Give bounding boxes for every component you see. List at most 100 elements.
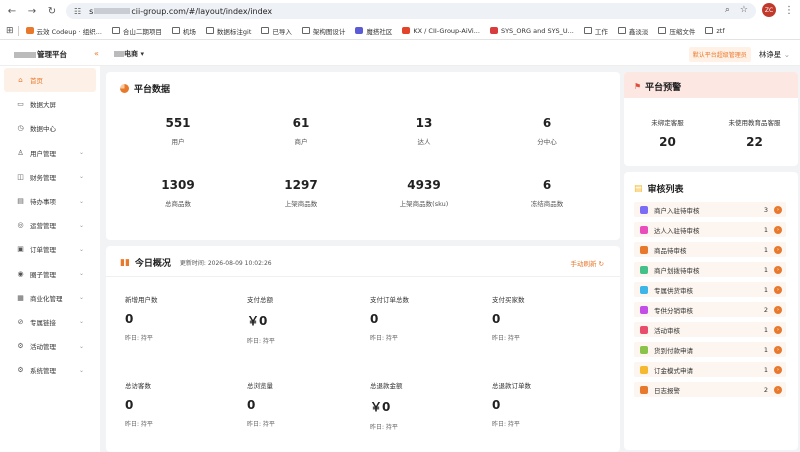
sidebar-item[interactable]: ⚙ 活动管理 ⌄ <box>0 334 100 358</box>
sidebar-item-label: 订单管理 <box>30 246 56 255</box>
warning-stat[interactable]: 未使用教育品客服 22 <box>711 117 798 149</box>
sidebar-item[interactable]: ▦ 商业化管理 ⌄ <box>0 286 100 310</box>
arrow-right-icon[interactable]: › <box>774 265 782 274</box>
zoom-icon[interactable]: ⌕ <box>725 5 730 15</box>
sidebar-item[interactable]: ▣ 订单管理 ⌄ <box>0 237 100 261</box>
shop-selector[interactable]: 电商 ▾ <box>114 49 144 59</box>
warning-stat[interactable]: 未绑定客服 20 <box>624 117 711 149</box>
stat-compare: 昨日: 持平 <box>492 421 520 428</box>
audit-item[interactable]: 达人入驻待审核 1 › <box>634 222 786 237</box>
arrow-right-icon[interactable]: › <box>774 285 782 294</box>
audit-count: 2 <box>763 385 768 394</box>
bookmark-item[interactable]: 合山二期项目 <box>109 26 165 36</box>
bookmark-label: SYS_ORG and SYS_U... <box>500 26 574 35</box>
forward-icon[interactable]: → <box>24 3 40 19</box>
bookmark-item[interactable]: 鑫淡淡 <box>615 26 652 36</box>
user-menu[interactable]: 林诤星 ⌄ <box>759 49 790 60</box>
sidebar-item-label: 商业化管理 <box>30 294 63 303</box>
stat-compare: 昨日: 持平 <box>125 335 153 342</box>
chevron-down-icon: ⌄ <box>78 197 84 205</box>
sidebar-item[interactable]: ▤ 待办事项 ⌄ <box>0 189 100 213</box>
warning-value: 22 <box>746 135 763 149</box>
audit-item[interactable]: 日志报警 2 › <box>634 382 786 397</box>
stat-value: 13 <box>415 116 433 130</box>
audit-item[interactable]: 货到付款申请 1 › <box>634 342 786 357</box>
stat-value: 0 <box>370 312 379 326</box>
folder-icon <box>705 27 714 34</box>
more-menu-icon[interactable]: ⋮ <box>784 5 794 16</box>
sidebar-item[interactable]: ◎ 运营管理 ⌄ <box>0 213 100 237</box>
sidebar-item[interactable]: ▭ 数据大屏 <box>0 92 100 116</box>
bookmark-label: 已导入 <box>272 27 292 36</box>
brand-title: 管理平台 <box>14 49 67 60</box>
sidebar-item-label: 用户管理 <box>30 149 56 158</box>
bookmark-item[interactable]: 机场 <box>169 26 199 36</box>
sidebar-item[interactable]: ⚙ 系统管理 ⌄ <box>0 358 100 382</box>
audit-count: 1 <box>763 325 768 334</box>
sidebar-item-label: 首页 <box>30 77 43 86</box>
sidebar-item[interactable]: ◉ 圈子管理 ⌄ <box>0 262 100 286</box>
stat-compare: 昨日: 持平 <box>492 335 520 342</box>
audit-item[interactable]: 专属供货审核 1 › <box>634 282 786 297</box>
bookmark-item[interactable]: 云效 Codeup · 组织... <box>23 26 105 36</box>
arrow-right-icon[interactable]: › <box>774 345 782 354</box>
today-stat: 总访客数 0 昨日: 持平 <box>125 380 235 428</box>
sidebar-item-label: 数据大屏 <box>30 101 56 110</box>
reload-icon[interactable]: ↻ <box>44 3 60 19</box>
platform-stat: 4939 上架商品数(sku) <box>364 178 484 208</box>
audit-item[interactable]: 商品待审核 1 › <box>634 242 786 257</box>
sidebar-item[interactable]: ◷ 数据中心 <box>0 116 100 140</box>
sidebar-item[interactable]: ♙ 用户管理 ⌄ <box>0 141 100 165</box>
stat-label: 上架商品数 <box>284 200 318 208</box>
collapse-sidebar-icon[interactable]: « <box>94 49 99 58</box>
bookmark-item[interactable]: 架构图设计 <box>299 26 349 36</box>
bookmark-item[interactable]: ztf <box>702 27 727 35</box>
sidebar-item[interactable]: ◫ 财务管理 ⌄ <box>0 165 100 189</box>
back-icon[interactable]: ← <box>4 3 20 19</box>
apps-grid-icon[interactable]: ⊞ <box>6 26 14 36</box>
bookmark-item[interactable]: SYS_ORG and SYS_U... <box>487 27 577 35</box>
bookmark-item[interactable]: KX / CII-Group-AiVi... <box>399 27 483 35</box>
audit-item[interactable]: 活动审核 1 › <box>634 322 786 337</box>
bookmark-star-icon[interactable]: ☆ <box>740 5 748 15</box>
stat-label: 总访客数 <box>125 382 151 390</box>
arrow-right-icon[interactable]: › <box>774 205 782 214</box>
platform-warning-card: ⚑ 平台预警 未绑定客服 20 未使用教育品客服 22 <box>624 72 798 166</box>
audit-label: 订金模式申请 <box>654 366 693 375</box>
bookmark-item[interactable]: 魔搭社区 <box>352 26 395 36</box>
arrow-right-icon[interactable]: › <box>774 385 782 394</box>
bookmark-item[interactable]: 工作 <box>581 26 611 36</box>
bookmark-item[interactable]: 数据标注git <box>203 26 254 36</box>
sidebar-item[interactable]: ⊘ 专属链接 ⌄ <box>0 310 100 334</box>
arrow-right-icon[interactable]: › <box>774 365 782 374</box>
arrow-right-icon[interactable]: › <box>774 225 782 234</box>
bookmark-label: 工作 <box>594 27 608 36</box>
arrow-right-icon[interactable]: › <box>774 325 782 334</box>
bookmark-label: 魔搭社区 <box>366 27 393 36</box>
site-info-icon[interactable]: ☷ <box>74 7 81 16</box>
bar-chart-icon: ▮▮ <box>120 257 130 268</box>
audit-item[interactable]: 商户划拨待审核 1 › <box>634 262 786 277</box>
refresh-button[interactable]: 手动刷新 ↻ <box>570 258 604 268</box>
audit-count: 1 <box>763 245 768 254</box>
audit-type-icon <box>640 285 648 294</box>
audit-item[interactable]: 订金模式申请 1 › <box>634 362 786 377</box>
audit-item[interactable]: 专供分销审核 2 › <box>634 302 786 317</box>
arrow-right-icon[interactable]: › <box>774 305 782 314</box>
warning-header: ⚑ 平台预警 <box>624 72 798 98</box>
bookmark-item[interactable]: 压缩文件 <box>655 26 698 36</box>
profile-avatar[interactable]: ZC <box>762 3 776 17</box>
stat-value: 61 <box>292 116 310 130</box>
address-bar[interactable]: ☷ s cii-group.com/#/layout/index/index ⌕ … <box>66 3 756 19</box>
audit-item[interactable]: 商户入驻待审核 3 › <box>634 202 786 217</box>
platform-data-title: 平台数据 <box>120 82 170 95</box>
bookmark-item[interactable]: 已导入 <box>258 26 295 36</box>
audit-label: 专属供货审核 <box>654 286 693 295</box>
sidebar-item[interactable]: ⌂ 首页 <box>4 68 96 93</box>
stat-label: 用户 <box>171 138 185 146</box>
arrow-right-icon[interactable]: › <box>774 245 782 254</box>
audit-type-icon <box>640 265 648 274</box>
audit-type-icon <box>640 385 648 394</box>
settings-icon: ⚙ <box>17 366 24 375</box>
divider <box>106 276 620 277</box>
